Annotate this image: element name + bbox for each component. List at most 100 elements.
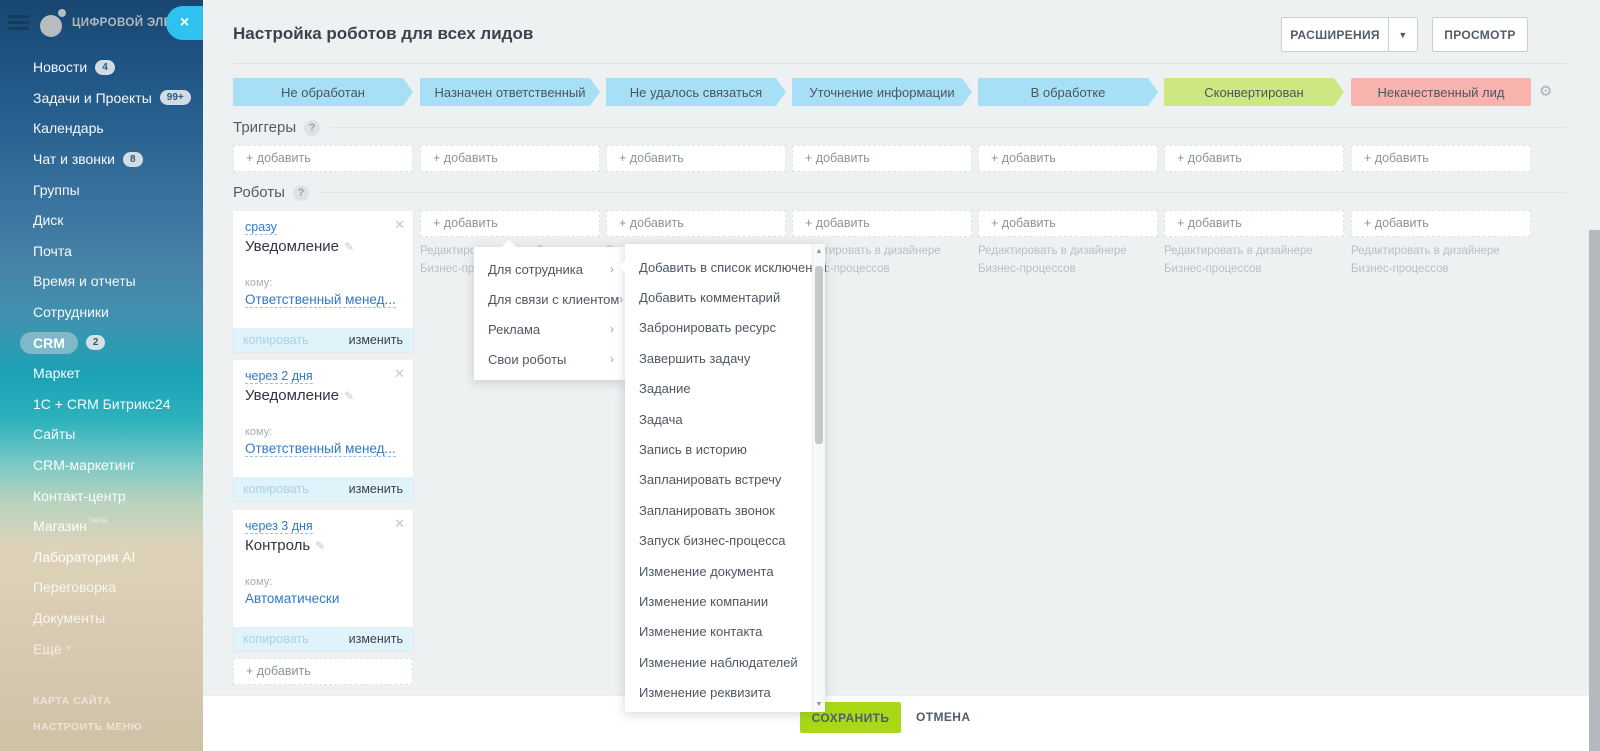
menu-item-custom-robots[interactable]: Свои роботы › — [474, 344, 626, 374]
add-trigger-button[interactable]: + добавить — [1351, 145, 1531, 172]
sidebar-item-groups[interactable]: Группы — [0, 174, 203, 205]
add-robot-button[interactable]: + добавить — [1351, 210, 1531, 237]
add-robot-button[interactable]: + добавить — [978, 210, 1158, 237]
submenu-scrollbar[interactable]: ▲ ▼ — [812, 244, 825, 712]
submenu-item[interactable]: Забронировать ресурс — [625, 313, 825, 343]
close-icon[interactable]: ✕ — [394, 516, 405, 532]
sidebar-item-label: Задачи и Проекты — [33, 89, 152, 106]
status-ne-udalos-svyazatsya[interactable]: Не удалось связаться — [606, 78, 786, 106]
add-robot-button[interactable]: + добавить — [606, 210, 786, 237]
sidebar-item-news[interactable]: Новости 4 — [0, 52, 203, 83]
submenu-item[interactable]: Задание — [625, 374, 825, 404]
robot-when-link[interactable]: сразу — [245, 220, 277, 235]
sidebar-item-tasks[interactable]: Задачи и Проекты 99+ — [0, 83, 203, 114]
status-utochnenie-informacii[interactable]: Уточнение информации — [792, 78, 972, 106]
sidebar-item-contact-center[interactable]: Контакт-центр — [0, 480, 203, 511]
submenu-item[interactable]: Запланировать звонок — [625, 495, 825, 525]
robot-when-link[interactable]: через 3 дня — [245, 519, 313, 534]
submenu-item[interactable]: Добавить комментарий — [625, 282, 825, 312]
menu-item-ads[interactable]: Реклама › — [474, 314, 626, 344]
hamburger-menu-icon[interactable] — [8, 15, 29, 30]
add-trigger-button[interactable]: + добавить — [1164, 145, 1344, 172]
submenu-item[interactable]: Запуск бизнес-процесса — [625, 526, 825, 556]
sidebar-item-disk[interactable]: Диск — [0, 205, 203, 236]
sidebar-item-employees[interactable]: Сотрудники — [0, 297, 203, 328]
submenu-item[interactable]: Изменение реквизита — [625, 677, 825, 707]
submenu-item[interactable]: Завершить задачу — [625, 343, 825, 373]
gear-icon[interactable]: ⚙ — [1539, 82, 1552, 100]
copy-button[interactable]: копировать — [243, 482, 309, 496]
add-robot-button[interactable]: + добавить — [792, 210, 972, 237]
menu-item-for-employee[interactable]: Для сотрудника › — [474, 254, 626, 284]
extensions-button[interactable]: РАСШИРЕНИЯ — [1281, 17, 1388, 52]
close-icon[interactable]: ✕ — [394, 366, 405, 382]
sidebar-item-mail[interactable]: Почта — [0, 236, 203, 267]
edit-button[interactable]: изменить — [349, 632, 403, 646]
sidebar-item-1c-crm[interactable]: 1С + CRM Битрикс24 — [0, 389, 203, 420]
menu-item-client-communication[interactable]: Для связи с клиентом › — [474, 284, 626, 314]
chevron-right-icon: › — [610, 322, 614, 336]
sidebar-item-more[interactable]: Ещё ▾ — [0, 633, 203, 664]
sidebar-item-ai-lab[interactable]: Лаборатория AI — [0, 542, 203, 573]
add-robot-button[interactable]: + добавить — [420, 210, 600, 237]
sidebar-item-crm[interactable]: CRM 2 — [0, 327, 203, 358]
sidebar-item-time-reports[interactable]: Время и отчеты — [0, 266, 203, 297]
close-sidebar-button[interactable]: × — [166, 6, 203, 40]
edit-pencil-icon[interactable]: ✎ — [344, 389, 354, 403]
view-button[interactable]: ПРОСМОТР — [1432, 17, 1528, 52]
submenu-item[interactable]: Изменение контакта — [625, 617, 825, 647]
page-scrollbar[interactable] — [1589, 230, 1600, 751]
submenu-item[interactable]: Запланировать встречу — [625, 465, 825, 495]
add-trigger-button[interactable]: + добавить — [233, 145, 413, 172]
close-icon[interactable]: ✕ — [394, 217, 405, 233]
robot-recipient-link[interactable]: Ответственный менед... — [245, 441, 396, 457]
designer-hint[interactable]: Редактировать в дизайнере Бизнес-процесс… — [1164, 243, 1336, 279]
designer-hint[interactable]: Редактировать в дизайнере Бизнес-процесс… — [1351, 243, 1523, 279]
sidebar-item-chat[interactable]: Чат и звонки 8 — [0, 144, 203, 175]
scroll-up-icon[interactable]: ▲ — [813, 248, 825, 255]
scrollbar-thumb[interactable] — [815, 266, 823, 444]
sitemap-link[interactable]: КАРТА САЙТА — [33, 695, 111, 707]
submenu-item[interactable]: Добавить в список исключений — [625, 252, 827, 282]
robots-heading-label: Роботы — [233, 184, 285, 201]
sidebar-item-crm-marketing[interactable]: CRM-маркетинг — [0, 450, 203, 481]
sidebar-item-shop[interactable]: Магазин beta — [0, 511, 203, 542]
submenu-item[interactable]: Изменение компании — [625, 586, 825, 616]
help-icon[interactable]: ? — [292, 184, 309, 201]
add-trigger-button[interactable]: + добавить — [792, 145, 972, 172]
copy-button[interactable]: копировать — [243, 333, 309, 347]
edit-pencil-icon[interactable]: ✎ — [344, 240, 354, 254]
robot-recipient-link[interactable]: Ответственный менед... — [245, 292, 396, 308]
configure-menu-link[interactable]: НАСТРОИТЬ МЕНЮ — [33, 721, 142, 733]
edit-pencil-icon[interactable]: ✎ — [315, 539, 325, 553]
status-ne-obrabotan[interactable]: Не обработан — [233, 78, 413, 106]
submenu-item[interactable]: Задача — [625, 404, 825, 434]
robot-when-link[interactable]: через 2 дня — [245, 369, 313, 384]
sidebar-item-market[interactable]: Маркет — [0, 358, 203, 389]
add-trigger-button[interactable]: + добавить — [978, 145, 1158, 172]
status-nekachestvennyj-lid[interactable]: Некачественный лид — [1351, 78, 1531, 106]
copy-button[interactable]: копировать — [243, 632, 309, 646]
cancel-button[interactable]: ОТМЕНА — [916, 710, 970, 724]
status-skonvertirovan[interactable]: Сконвертирован — [1164, 78, 1344, 106]
robot-recipient-link[interactable]: Автоматически — [245, 591, 339, 606]
add-trigger-button[interactable]: + добавить — [606, 145, 786, 172]
add-trigger-button[interactable]: + добавить — [420, 145, 600, 172]
add-robot-button[interactable]: + добавить — [1164, 210, 1344, 237]
edit-button[interactable]: изменить — [349, 482, 403, 496]
designer-hint[interactable]: Редактировать в дизайнере Бизнес-процесс… — [978, 243, 1150, 279]
sidebar-item-documents[interactable]: Документы — [0, 603, 203, 634]
sidebar-item-sites[interactable]: Сайты — [0, 419, 203, 450]
sidebar-item-calendar[interactable]: Календарь — [0, 113, 203, 144]
status-v-obrabotke[interactable]: В обработке — [978, 78, 1158, 106]
submenu-item[interactable]: Изменение документа — [625, 556, 825, 586]
submenu-item[interactable]: Запись в историю — [625, 434, 825, 464]
help-icon[interactable]: ? — [304, 119, 321, 136]
edit-button[interactable]: изменить — [349, 333, 403, 347]
sidebar-item-meeting-room[interactable]: Переговорка — [0, 572, 203, 603]
submenu-item[interactable]: Изменение наблюдателей — [625, 647, 825, 677]
add-robot-button[interactable]: + добавить — [233, 658, 413, 685]
scroll-down-icon[interactable]: ▼ — [813, 701, 825, 708]
extensions-dropdown-button[interactable]: ▼ — [1388, 17, 1418, 52]
status-naznachen-otvetstvennyj[interactable]: Назначен ответственный — [420, 78, 600, 106]
